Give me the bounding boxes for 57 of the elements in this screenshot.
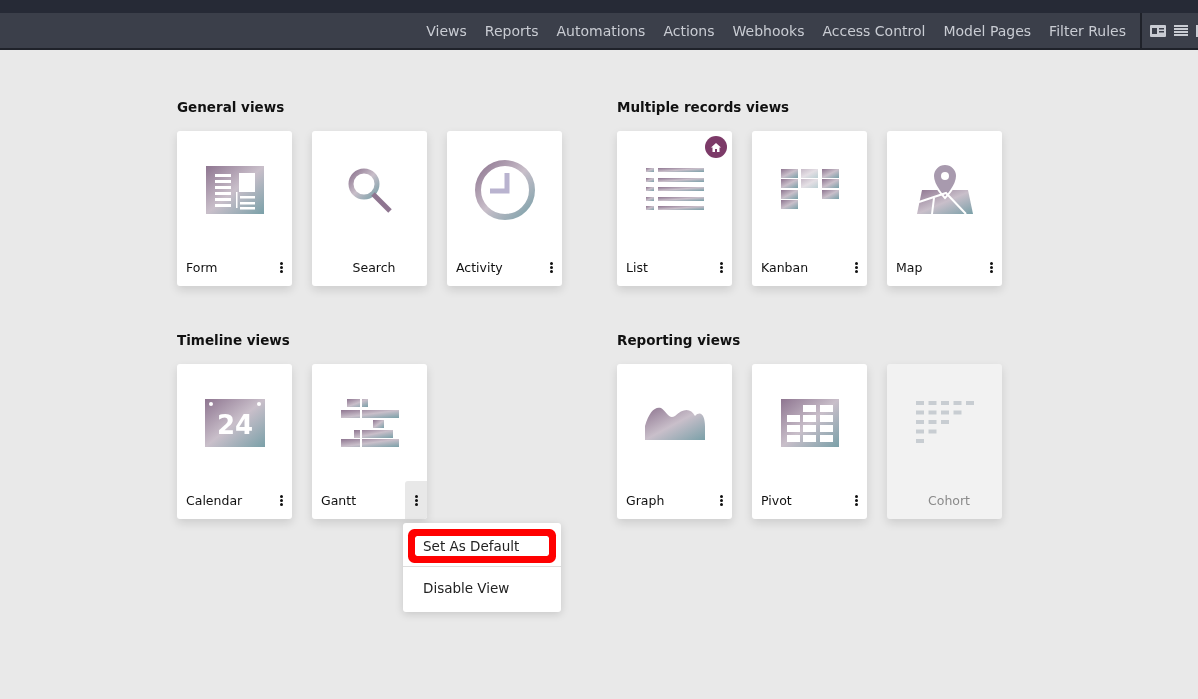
view-card[interactable]: Activity — [447, 131, 562, 286]
view-label: Activity — [456, 259, 503, 275]
nav-link[interactable]: Access Control — [822, 22, 926, 39]
kebab-icon — [854, 494, 858, 506]
kebab-icon — [854, 261, 858, 273]
view-card[interactable]: 24 Calendar — [177, 364, 292, 519]
view-label: Calendar — [186, 492, 243, 508]
section-title: General views — [177, 99, 286, 115]
view-card[interactable]: List — [617, 131, 732, 286]
view-card[interactable]: Graph — [617, 364, 732, 519]
kebab-icon — [414, 494, 418, 506]
nav-link[interactable]: Filter Rules — [1049, 22, 1126, 39]
view-label: Graph — [626, 492, 665, 508]
nav-link[interactable]: Model Pages — [943, 22, 1032, 39]
view-label: Map — [896, 259, 923, 275]
nav-link[interactable]: Reports — [484, 22, 539, 39]
calendar-icon: 24 — [204, 398, 265, 447]
map-pin-icon — [915, 163, 974, 216]
nav-link[interactable]: Automations — [556, 22, 646, 39]
area-chart-icon — [644, 405, 705, 440]
nav-link[interactable]: Views — [426, 22, 467, 39]
kebab-icon — [279, 494, 283, 506]
pivot-table-icon — [780, 398, 839, 447]
view-label: Cohort — [928, 493, 970, 508]
section-title: Reporting views — [617, 332, 742, 348]
cohort-grid-icon — [915, 401, 974, 445]
view-label: Gantt — [321, 492, 357, 508]
more-options-button[interactable] — [405, 481, 427, 519]
kebab-icon — [719, 494, 723, 506]
nav-link[interactable]: Actions — [663, 22, 715, 39]
section-title: Timeline views — [177, 332, 291, 348]
clock-icon — [473, 158, 536, 221]
menu-label: Disable View — [422, 579, 511, 598]
menu-item[interactable]: Set As Default — [403, 526, 561, 566]
view-card[interactable]: Kanban — [752, 131, 867, 286]
list-icon[interactable] — [1174, 24, 1188, 37]
section-title: Multiple records views — [617, 99, 791, 115]
id-card-icon[interactable] — [1150, 24, 1166, 37]
view-label: Pivot — [761, 492, 792, 508]
kebab-icon — [549, 261, 553, 273]
menu-item[interactable]: Disable View — [403, 566, 561, 609]
kebab-icon — [719, 261, 723, 273]
view-card[interactable]: Map — [887, 131, 1002, 286]
view-card[interactable]: Search — [312, 131, 427, 286]
kebab-icon — [279, 261, 283, 273]
gantt-bars-icon — [340, 398, 399, 447]
kanban-columns-icon — [780, 168, 839, 211]
view-label: Kanban — [761, 259, 809, 275]
view-card[interactable]: Pivot — [752, 364, 867, 519]
nav-link[interactable]: Webhooks — [732, 22, 805, 39]
view-label: List — [626, 259, 648, 275]
view-card[interactable]: Form — [177, 131, 292, 286]
view-label: Search — [352, 260, 396, 275]
kebab-icon — [989, 261, 993, 273]
list-lines-icon — [645, 167, 704, 212]
view-label: Form — [186, 259, 218, 275]
form-layout-icon — [205, 165, 264, 214]
